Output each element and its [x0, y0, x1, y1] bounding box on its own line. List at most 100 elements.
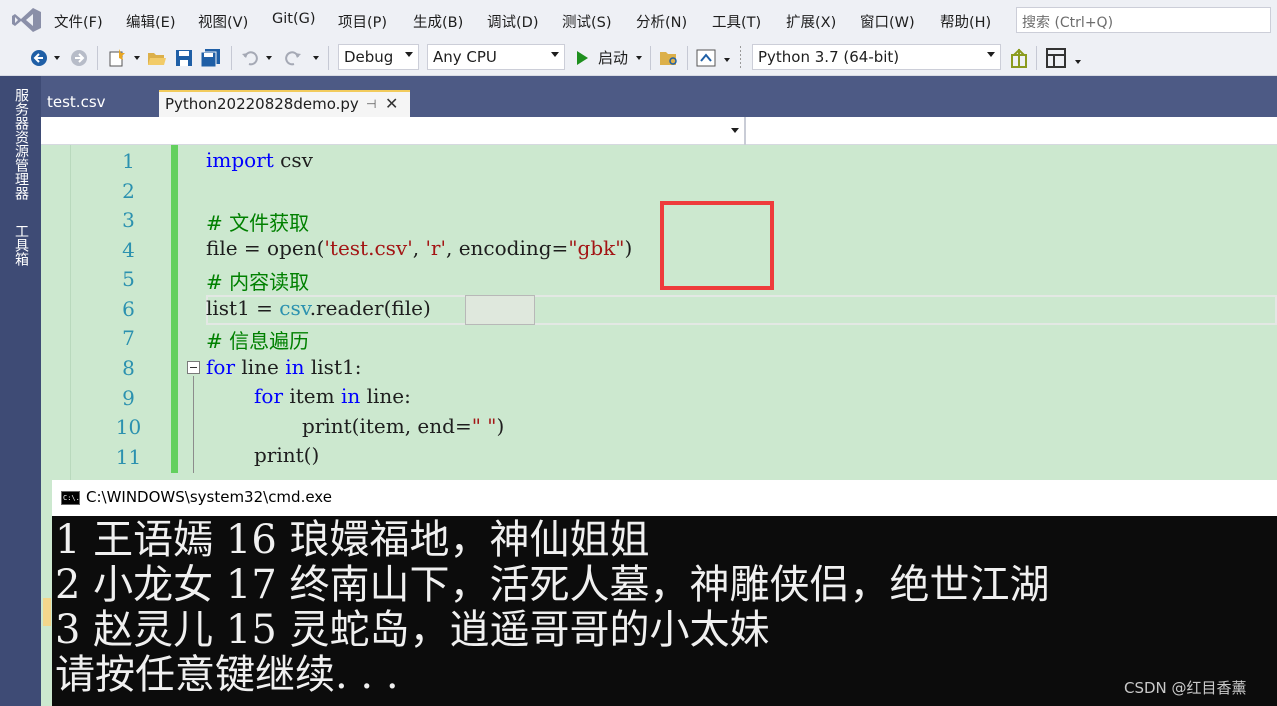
menu-bar: 文件(F) 编辑(E) 视图(V) Git(G) 项目(P) 生成(B) 调试(… [0, 0, 1277, 40]
browser-dropdown-icon[interactable] [724, 58, 730, 62]
code-line-1: import csv [206, 148, 313, 172]
visual-studio-logo-icon[interactable] [10, 7, 42, 33]
toolbar-separator [687, 46, 688, 70]
code-text: print(item, end= [302, 414, 472, 438]
code-text: item [283, 384, 341, 408]
tab-python-file[interactable]: Python20220828demo.py ⊣ ✕ [159, 90, 410, 117]
python-environment-value: Python 3.7 (64-bit) [758, 48, 900, 66]
line-number: 5 [122, 267, 135, 291]
code-text: ) [624, 236, 633, 260]
toolbox-tab[interactable]: 工具箱 [11, 224, 31, 266]
back-icon[interactable] [30, 49, 48, 67]
python-environment-select[interactable]: Python 3.7 (64-bit) [752, 44, 1001, 70]
menu-help[interactable]: 帮助(H) [940, 11, 991, 32]
redo-icon[interactable] [284, 49, 302, 67]
document-tab-bar: test.csv Python20220828demo.py ⊣ ✕ [41, 76, 1277, 117]
code-line-11: print() [254, 443, 319, 467]
layout-dropdown-icon[interactable] [1075, 60, 1081, 64]
forward-icon[interactable] [70, 49, 88, 67]
string-literal: "gbk" [568, 236, 625, 260]
package-icon[interactable] [1010, 48, 1028, 68]
code-line-6: list1 = csv.reader(file) [206, 296, 431, 320]
play-icon[interactable] [575, 50, 589, 66]
redo-dropdown-icon[interactable] [313, 56, 319, 60]
toolbar: Debug Any CPU 启动 Python 3.7 (64-bit) [0, 40, 1277, 76]
save-all-icon[interactable] [200, 48, 222, 68]
start-dropdown-icon[interactable] [636, 56, 642, 60]
menu-build[interactable]: 生成(B) [413, 11, 463, 32]
code-text: file = open( [206, 236, 325, 260]
module-name: csv [279, 296, 310, 320]
menu-window[interactable]: 窗口(W) [860, 11, 915, 32]
console-output-line: 1 王语嫣 16 琅嬛福地，神仙姐姐 [55, 517, 650, 563]
browser-icon[interactable] [696, 49, 716, 67]
code-line-3: # 文件获取 [206, 207, 309, 236]
menu-view[interactable]: 视图(V) [198, 11, 248, 32]
line-number: 2 [122, 179, 135, 203]
toolbar-separator [328, 46, 329, 70]
server-explorer-tab[interactable]: 服务器资源管理器 [11, 88, 31, 200]
new-project-icon[interactable] [107, 48, 127, 68]
string-literal: 'test.csv' [324, 236, 413, 260]
undo-icon[interactable] [241, 49, 259, 67]
hidden-panel-tab[interactable] [43, 598, 51, 626]
comment: # 信息遍历 [206, 329, 310, 353]
start-button[interactable]: 启动 [598, 47, 628, 68]
folder-search-icon[interactable] [659, 49, 679, 67]
watermark: CSDN @红目香薰 [1124, 679, 1247, 697]
code-text: line [235, 355, 286, 379]
code-line-4: file = open('test.csv', 'r', encoding="g… [206, 236, 632, 260]
console-window[interactable]: C:\. C:\WINDOWS\system32\cmd.exe 1 王语嫣 1… [52, 480, 1277, 706]
navigation-bar [41, 117, 1277, 145]
console-output-line: 2 小龙女 17 终南山下，活死人墓，神雕侠侣，绝世江湖 [55, 562, 1050, 608]
toolbar-separator [1036, 46, 1037, 70]
menu-edit[interactable]: 编辑(E) [126, 11, 175, 32]
menu-git[interactable]: Git(G) [272, 11, 316, 27]
new-dropdown-icon[interactable] [134, 56, 140, 60]
keyword: in [340, 384, 361, 408]
keyword: in [285, 355, 305, 379]
platform-select[interactable]: Any CPU [427, 44, 565, 70]
menu-analyze[interactable]: 分析(N) [636, 11, 687, 32]
toolbar-separator [650, 46, 651, 70]
navigation-bar-divider [744, 117, 746, 145]
code-text: list1: [304, 355, 362, 379]
code-text: csv [273, 148, 313, 172]
toolbar-grip[interactable] [740, 46, 741, 70]
collapse-toggle-icon[interactable] [187, 361, 200, 374]
comment: # 文件获取 [206, 211, 310, 235]
chevron-down-icon [405, 52, 413, 57]
search-input[interactable]: 搜索 (Ctrl+Q) [1016, 7, 1271, 33]
menu-tools[interactable]: 工具(T) [712, 11, 761, 32]
pin-icon[interactable]: ⊣ [366, 97, 376, 111]
close-icon[interactable]: ✕ [385, 94, 398, 113]
keyword: for [254, 384, 284, 408]
code-text: ) [496, 414, 505, 438]
console-output-line: 3 赵灵儿 15 灵蛇岛，逍遥哥哥的小太妹 [55, 607, 770, 653]
save-icon[interactable] [175, 49, 193, 67]
menu-file[interactable]: 文件(F) [54, 11, 103, 32]
chevron-down-icon[interactable] [731, 128, 739, 133]
outline-guide [193, 376, 194, 473]
tab-test-csv[interactable]: test.csv [41, 90, 159, 117]
tab-label: test.csv [47, 93, 106, 111]
menu-extensions[interactable]: 扩展(X) [786, 11, 836, 32]
toolbar-separator [231, 46, 232, 70]
string-literal: 'r' [425, 236, 446, 260]
menu-debug[interactable]: 调试(D) [487, 11, 538, 32]
line-number: 8 [122, 356, 135, 380]
menu-test[interactable]: 测试(S) [562, 11, 612, 32]
undo-dropdown-icon[interactable] [266, 56, 272, 60]
configuration-select[interactable]: Debug [338, 44, 419, 70]
window-layout-icon[interactable] [1046, 48, 1066, 68]
open-folder-icon[interactable] [147, 49, 167, 67]
code-text: line: [360, 384, 411, 408]
menu-project[interactable]: 项目(P) [338, 11, 387, 32]
console-title: C:\WINDOWS\system32\cmd.exe [86, 488, 332, 506]
code-text: list1 = [206, 296, 280, 320]
back-dropdown-icon[interactable] [54, 56, 60, 60]
chevron-down-icon [987, 52, 995, 57]
line-number: 11 [115, 445, 142, 469]
console-titlebar[interactable]: C:\. C:\WINDOWS\system32\cmd.exe [52, 480, 1277, 516]
tab-label: Python20220828demo.py [165, 95, 359, 113]
